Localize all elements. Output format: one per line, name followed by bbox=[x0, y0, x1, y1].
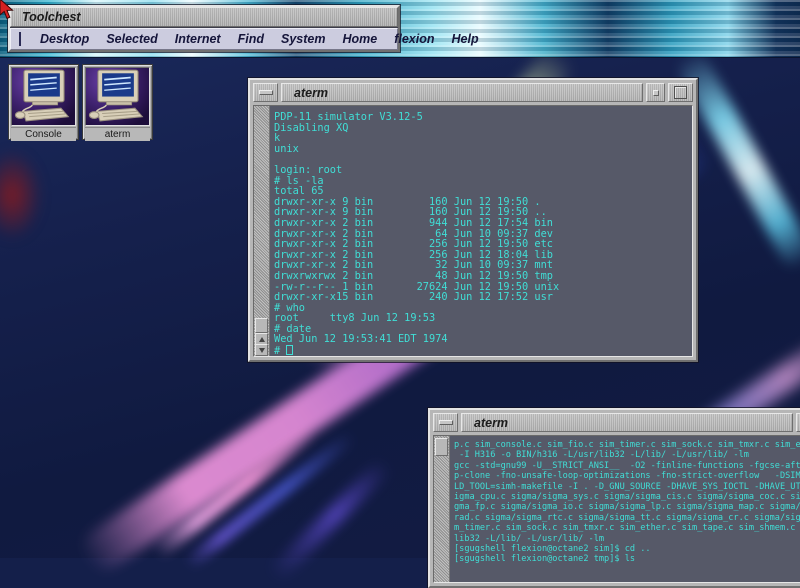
terminal-line: drwxr-xr-x15 bin 240 Jun 12 17:52 usr bbox=[274, 291, 553, 304]
terminal-line: lib32 -L/lib/ -L/usr/lib/ -lm bbox=[454, 533, 605, 544]
terminal-line: unix bbox=[274, 142, 299, 155]
terminal-line: PDP-11 simulator V3.12-5 bbox=[274, 111, 423, 123]
desktop-icon-console[interactable]: Console bbox=[8, 64, 79, 141]
terminal-line: igma_cpu.c sigma/sigma_sys.c sigma/sigma… bbox=[454, 492, 800, 503]
terminal-line: login: root bbox=[274, 163, 343, 176]
toolchest-titlebar[interactable]: Toolchest bbox=[10, 7, 398, 27]
dash-icon bbox=[438, 420, 453, 425]
toolchest-window: Toolchest Desktop Selected Internet Find Sys… bbox=[8, 5, 479, 52]
terminal-line: gcc -std=gnu99 -U__STRICT_ANSI__ -O2 -fi… bbox=[454, 460, 800, 471]
toolchest-menu-item[interactable]: System bbox=[281, 32, 325, 46]
toolchest-menu-item[interactable]: Home bbox=[342, 32, 377, 46]
terminal-line: k bbox=[274, 132, 281, 145]
scrollbar-thumb[interactable] bbox=[255, 318, 268, 333]
terminal-cursor bbox=[286, 345, 294, 356]
terminal-line: p-clone -fno-unsafe-loop-optimizations -… bbox=[454, 471, 800, 482]
toolchest-menu-item[interactable]: Help bbox=[452, 32, 479, 46]
wallpaper-beam bbox=[182, 429, 358, 571]
toolchest-menu-item[interactable]: Internet bbox=[175, 32, 221, 46]
square-icon bbox=[674, 86, 687, 99]
terminal-line: gma_fp.c sigma/sigma_io.c sigma/sigma_lp… bbox=[454, 502, 800, 513]
toolchest-window-icon[interactable] bbox=[19, 32, 21, 46]
terminal-line: root tty8 Jun 12 19:53 bbox=[274, 312, 436, 325]
computer-icon bbox=[11, 67, 76, 126]
desktop-icon-aterm[interactable]: aterm bbox=[82, 64, 153, 141]
terminal-line: [sgugshell flexion@octane2 tmp]$ ls bbox=[454, 554, 636, 565]
scrollbar-thumb[interactable] bbox=[435, 438, 448, 456]
scroll-up-icon bbox=[258, 336, 265, 342]
icon-label-aterm: aterm bbox=[85, 127, 150, 141]
terminal-line: m_timer.c sim_sock.c sim_tmxr.c sim_ethe… bbox=[454, 523, 800, 534]
terminal1-scrollbar[interactable] bbox=[254, 106, 270, 356]
shell-prompt: # bbox=[274, 345, 287, 356]
wallpaper-red-patch bbox=[0, 150, 42, 240]
terminal-line: p.c sim_console.c sim_fio.c sim_timer.c … bbox=[454, 440, 800, 450]
icon-label-console: Console bbox=[11, 127, 76, 141]
desktop: { "toolchest": { "title": "Toolchest", "… bbox=[0, 0, 800, 588]
toolchest-menu-item[interactable]: Desktop bbox=[40, 32, 89, 46]
toolchest-menu-item[interactable]: flexion bbox=[394, 32, 434, 46]
toolchest-menubar: Desktop Selected Internet Find System Home fle… bbox=[10, 28, 479, 50]
terminal1-text[interactable]: PDP-11 simulator V3.12-5 Disabling XQ k uni… bbox=[270, 106, 692, 356]
terminal-window-2: aterm p.c sim_console.c sim_fio.c sim_ti… bbox=[428, 408, 800, 588]
terminal1-body[interactable]: PDP-11 simulator V3.12-5 Disabling XQ k uni… bbox=[253, 105, 693, 357]
wallpaper-beam bbox=[151, 424, 319, 560]
toolchest-menu-item[interactable]: Find bbox=[238, 32, 264, 46]
terminal-line: rad.c sigma/sigma_rtc.c sigma/sigma_tt.c… bbox=[454, 512, 800, 523]
terminal2-text[interactable]: p.c sim_console.c sim_fio.c sim_timer.c … bbox=[450, 436, 800, 582]
terminal2-title[interactable]: aterm bbox=[461, 413, 793, 432]
maximize-button[interactable] bbox=[668, 83, 693, 102]
window-menu-button[interactable] bbox=[253, 83, 278, 102]
terminal1-title[interactable]: aterm bbox=[281, 83, 643, 102]
terminal2-body[interactable]: p.c sim_console.c sim_fio.c sim_timer.c … bbox=[433, 435, 800, 583]
toolchest-title: Toolchest bbox=[22, 10, 81, 24]
terminal-window-1: aterm PDP-11 simulator V3.12-5 Disabling … bbox=[248, 78, 698, 362]
terminal-line: Disabling XQ bbox=[274, 121, 349, 134]
window-menu-button[interactable] bbox=[433, 413, 458, 432]
terminal-line: LD_TOOL=simh-makefile -I . -D_GNU_SOURCE… bbox=[454, 481, 800, 492]
dash-icon bbox=[258, 90, 273, 95]
wallpaper-beam bbox=[267, 457, 393, 583]
minimize-button[interactable] bbox=[796, 413, 800, 432]
terminal2-titlebar[interactable]: aterm bbox=[433, 413, 800, 432]
minimize-button[interactable] bbox=[646, 83, 665, 102]
scroll-down-icon bbox=[258, 347, 265, 353]
computer-icon bbox=[85, 67, 150, 126]
terminal-line: Wed Jun 12 19:53:41 EDT 1974 bbox=[274, 333, 448, 346]
terminal2-scrollbar[interactable] bbox=[434, 436, 450, 582]
terminal-line: drwxr-xr-x 2 bin 944 Jun 12 17:54 bin bbox=[274, 216, 553, 229]
terminal-line: drwxrwxrwx 2 bin 48 Jun 12 19:50 tmp bbox=[274, 269, 553, 282]
terminal-line: -I H316 -o BIN/h316 -L/usr/lib32 -L/lib/… bbox=[454, 450, 749, 461]
terminal1-titlebar[interactable]: aterm bbox=[253, 83, 693, 102]
terminal-line: [sgugshell flexion@octane2 sim]$ cd .. bbox=[454, 544, 651, 555]
scroll-down-button[interactable] bbox=[255, 344, 268, 356]
toolchest-menu-item[interactable]: Selected bbox=[106, 32, 157, 46]
dot-icon bbox=[652, 89, 659, 96]
shell-prompt-line: # bbox=[274, 345, 692, 356]
terminal-line: # ls -la bbox=[274, 174, 324, 187]
